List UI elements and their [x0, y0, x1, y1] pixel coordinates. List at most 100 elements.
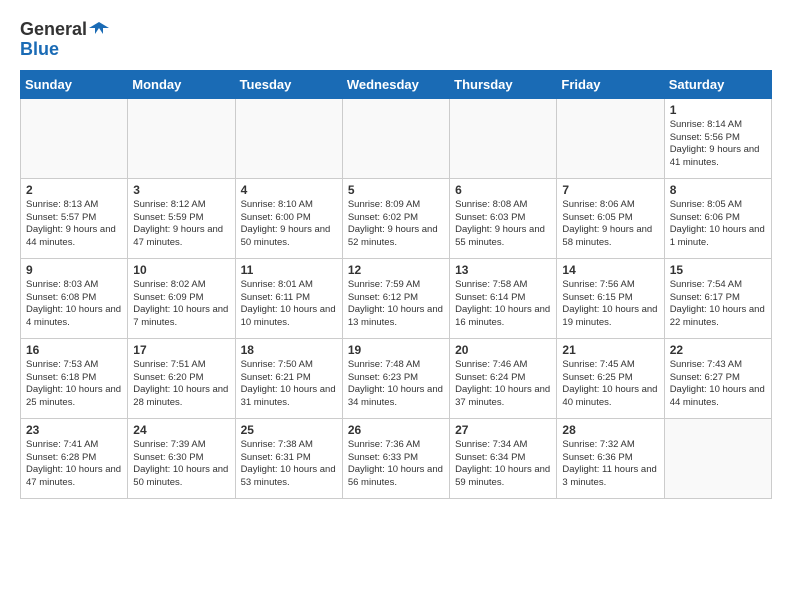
day-number: 11 — [241, 263, 337, 277]
day-info: Sunrise: 7:50 AM Sunset: 6:21 PM Dayligh… — [241, 359, 337, 410]
calendar-day-cell: 28 Sunrise: 7:32 AM Sunset: 6:36 PM Dayli… — [557, 418, 664, 498]
day-number: 15 — [670, 263, 766, 277]
calendar-day-cell — [21, 98, 128, 178]
calendar-day-cell: 10 Sunrise: 8:02 AM Sunset: 6:09 PM Dayli… — [128, 258, 235, 338]
day-info: Sunrise: 8:05 AM Sunset: 6:06 PM Dayligh… — [670, 199, 766, 250]
calendar-week-row: 23Sunrise: 7:41 AM Sunset: 6:28 PM Dayli… — [21, 418, 772, 498]
day-number: 20 — [455, 343, 551, 357]
calendar-day-cell — [235, 98, 342, 178]
day-info: Sunrise: 7:36 AM Sunset: 6:33 PM Dayligh… — [348, 439, 444, 490]
day-info: Sunrise: 7:43 AM Sunset: 6:27 PM Dayligh… — [670, 359, 766, 410]
day-number: 1 — [670, 103, 766, 117]
weekday-header-thursday: Thursday — [450, 70, 557, 98]
calendar-day-cell: 2 Sunrise: 8:13 AM Sunset: 5:57 PM Daylig… — [21, 178, 128, 258]
logo-blue: Blue — [20, 40, 59, 60]
calendar-day-cell: 14 Sunrise: 7:56 AM Sunset: 6:15 PM Dayli… — [557, 258, 664, 338]
day-number: 27 — [455, 423, 551, 437]
day-info: Sunrise: 7:39 AM Sunset: 6:30 PM Dayligh… — [133, 439, 229, 490]
day-number: 14 — [562, 263, 658, 277]
calendar-day-cell: 8 Sunrise: 8:05 AM Sunset: 6:06 PM Daylig… — [664, 178, 771, 258]
day-info: Sunrise: 7:53 AM Sunset: 6:18 PM Dayligh… — [26, 359, 122, 410]
day-number: 8 — [670, 183, 766, 197]
day-number: 21 — [562, 343, 658, 357]
logo: General Blue — [20, 20, 109, 60]
calendar-week-row: 2 Sunrise: 8:13 AM Sunset: 5:57 PM Daylig… — [21, 178, 772, 258]
weekday-header-row: SundayMondayTuesdayWednesdayThursdayFrid… — [21, 70, 772, 98]
day-info: Sunrise: 8:12 AM Sunset: 5:59 PM Dayligh… — [133, 199, 229, 250]
calendar-week-row: 1 Sunrise: 8:14 AM Sunset: 5:56 PM Daylig… — [21, 98, 772, 178]
calendar-day-cell: 19 Sunrise: 7:48 AM Sunset: 6:23 PM Dayli… — [342, 338, 449, 418]
weekday-header-monday: Monday — [128, 70, 235, 98]
day-info: Sunrise: 7:48 AM Sunset: 6:23 PM Dayligh… — [348, 359, 444, 410]
logo-bird-icon — [89, 20, 109, 40]
calendar-day-cell — [664, 418, 771, 498]
day-number: 22 — [670, 343, 766, 357]
day-number: 6 — [455, 183, 551, 197]
calendar-day-cell: 26 Sunrise: 7:36 AM Sunset: 6:33 PM Dayli… — [342, 418, 449, 498]
calendar-day-cell: 13Sunrise: 7:58 AM Sunset: 6:14 PM Dayli… — [450, 258, 557, 338]
day-info: Sunrise: 8:01 AM Sunset: 6:11 PM Dayligh… — [241, 279, 337, 330]
day-number: 17 — [133, 343, 229, 357]
day-info: Sunrise: 7:51 AM Sunset: 6:20 PM Dayligh… — [133, 359, 229, 410]
day-info: Sunrise: 8:14 AM Sunset: 5:56 PM Dayligh… — [670, 119, 766, 170]
day-number: 24 — [133, 423, 229, 437]
day-number: 9 — [26, 263, 122, 277]
day-number: 25 — [241, 423, 337, 437]
day-number: 3 — [133, 183, 229, 197]
day-number: 10 — [133, 263, 229, 277]
day-number: 12 — [348, 263, 444, 277]
weekday-header-saturday: Saturday — [664, 70, 771, 98]
calendar-day-cell: 20 Sunrise: 7:46 AM Sunset: 6:24 PM Dayli… — [450, 338, 557, 418]
day-info: Sunrise: 8:06 AM Sunset: 6:05 PM Dayligh… — [562, 199, 658, 250]
calendar-day-cell — [342, 98, 449, 178]
calendar-day-cell — [128, 98, 235, 178]
calendar-day-cell: 17 Sunrise: 7:51 AM Sunset: 6:20 PM Dayli… — [128, 338, 235, 418]
calendar-day-cell: 27 Sunrise: 7:34 AM Sunset: 6:34 PM Dayli… — [450, 418, 557, 498]
day-number: 2 — [26, 183, 122, 197]
calendar-day-cell: 25 Sunrise: 7:38 AM Sunset: 6:31 PM Dayli… — [235, 418, 342, 498]
day-info: Sunrise: 8:10 AM Sunset: 6:00 PM Dayligh… — [241, 199, 337, 250]
day-info: Sunrise: 8:02 AM Sunset: 6:09 PM Dayligh… — [133, 279, 229, 330]
day-number: 26 — [348, 423, 444, 437]
day-number: 19 — [348, 343, 444, 357]
day-number: 28 — [562, 423, 658, 437]
calendar-day-cell: 11 Sunrise: 8:01 AM Sunset: 6:11 PM Dayli… — [235, 258, 342, 338]
day-info: Sunrise: 7:54 AM Sunset: 6:17 PM Dayligh… — [670, 279, 766, 330]
calendar-day-cell: 24 Sunrise: 7:39 AM Sunset: 6:30 PM Dayli… — [128, 418, 235, 498]
logo-general: General — [20, 20, 87, 40]
calendar-day-cell: 15 Sunrise: 7:54 AM Sunset: 6:17 PM Dayli… — [664, 258, 771, 338]
day-info: Sunrise: 8:08 AM Sunset: 6:03 PM Dayligh… — [455, 199, 551, 250]
day-info: Sunrise: 7:45 AM Sunset: 6:25 PM Dayligh… — [562, 359, 658, 410]
calendar-day-cell: 16 Sunrise: 7:53 AM Sunset: 6:18 PM Dayli… — [21, 338, 128, 418]
day-number: 23 — [26, 423, 122, 437]
calendar-day-cell: 21 Sunrise: 7:45 AM Sunset: 6:25 PM Dayli… — [557, 338, 664, 418]
calendar-day-cell: 7 Sunrise: 8:06 AM Sunset: 6:05 PM Daylig… — [557, 178, 664, 258]
calendar-day-cell: 22 Sunrise: 7:43 AM Sunset: 6:27 PM Dayli… — [664, 338, 771, 418]
day-info: Sunrise: 8:13 AM Sunset: 5:57 PM Dayligh… — [26, 199, 122, 250]
day-info: Sunrise: 7:56 AM Sunset: 6:15 PM Dayligh… — [562, 279, 658, 330]
day-number: 18 — [241, 343, 337, 357]
day-info: Sunrise: 8:09 AM Sunset: 6:02 PM Dayligh… — [348, 199, 444, 250]
day-info: Sunrise: 7:34 AM Sunset: 6:34 PM Dayligh… — [455, 439, 551, 490]
calendar-day-cell: 12Sunrise: 7:59 AM Sunset: 6:12 PM Dayli… — [342, 258, 449, 338]
weekday-header-sunday: Sunday — [21, 70, 128, 98]
calendar-week-row: 16 Sunrise: 7:53 AM Sunset: 6:18 PM Dayli… — [21, 338, 772, 418]
header: General Blue — [20, 20, 772, 60]
calendar-day-cell — [557, 98, 664, 178]
day-info: Sunrise: 7:46 AM Sunset: 6:24 PM Dayligh… — [455, 359, 551, 410]
calendar: SundayMondayTuesdayWednesdayThursdayFrid… — [20, 70, 772, 499]
day-number: 7 — [562, 183, 658, 197]
calendar-day-cell: 1 Sunrise: 8:14 AM Sunset: 5:56 PM Daylig… — [664, 98, 771, 178]
calendar-day-cell: 18 Sunrise: 7:50 AM Sunset: 6:21 PM Dayli… — [235, 338, 342, 418]
day-number: 16 — [26, 343, 122, 357]
day-number: 13 — [455, 263, 551, 277]
day-info: Sunrise: 7:38 AM Sunset: 6:31 PM Dayligh… — [241, 439, 337, 490]
calendar-day-cell: 23Sunrise: 7:41 AM Sunset: 6:28 PM Dayli… — [21, 418, 128, 498]
weekday-header-wednesday: Wednesday — [342, 70, 449, 98]
calendar-day-cell: 3 Sunrise: 8:12 AM Sunset: 5:59 PM Daylig… — [128, 178, 235, 258]
calendar-day-cell: 6 Sunrise: 8:08 AM Sunset: 6:03 PM Daylig… — [450, 178, 557, 258]
day-info: Sunrise: 8:03 AM Sunset: 6:08 PM Dayligh… — [26, 279, 122, 330]
weekday-header-friday: Friday — [557, 70, 664, 98]
day-info: Sunrise: 7:32 AM Sunset: 6:36 PM Dayligh… — [562, 439, 658, 490]
weekday-header-tuesday: Tuesday — [235, 70, 342, 98]
